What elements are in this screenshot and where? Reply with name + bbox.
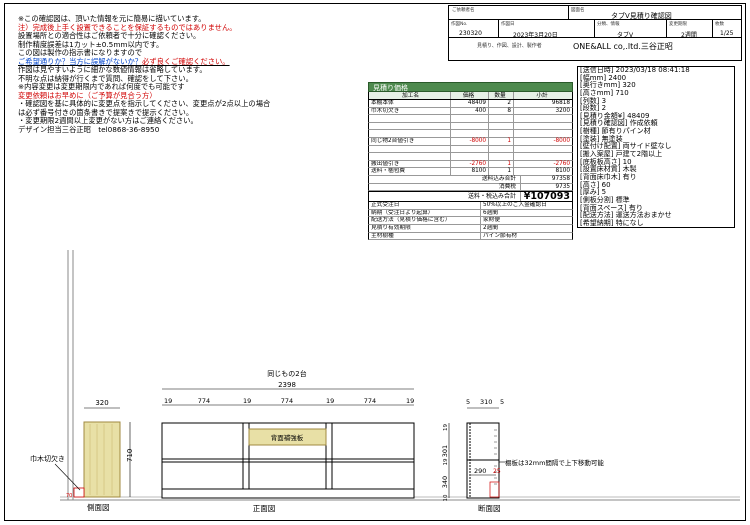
section-dim: 19: [443, 458, 449, 465]
furniture-drawing: 320 710 巾木切欠き 70 側面図 背面補強板 同じもの2台 2398 1…: [30, 250, 740, 513]
small-dim: 70: [66, 493, 72, 499]
section-dim: 290: [474, 467, 486, 475]
section-caption: 断面図: [478, 503, 501, 513]
section-dim: 340: [441, 476, 449, 488]
side-panel: [83, 421, 121, 498]
panel-dim: 19: [406, 397, 414, 405]
section-dim: 301: [441, 445, 449, 457]
bay-dim: 774: [198, 397, 210, 405]
base-rail: [161, 488, 415, 499]
panel-dim: 19: [326, 397, 334, 405]
height-label: 710: [126, 449, 134, 462]
panel-dim: 19: [243, 397, 251, 405]
section-dim: 5: [466, 398, 470, 406]
side-caption: 側面図: [87, 502, 110, 512]
notch-label: 巾木切欠き: [30, 454, 65, 463]
section-dim: 5: [500, 398, 504, 406]
side-depth-label: 320: [95, 399, 108, 407]
bay-dim: 774: [281, 397, 293, 405]
shelf-note: 棚板は32mm間隔で上下移動可能: [505, 458, 604, 467]
back-panel-label: 背面補強板: [271, 433, 304, 442]
section-dim: 19: [443, 424, 449, 431]
front-caption: 正面図: [253, 504, 276, 513]
section-dim: 25: [493, 468, 501, 475]
section-dim: 10: [443, 494, 449, 501]
section-dim: 310: [480, 398, 492, 406]
total-width-label: 2398: [278, 381, 296, 389]
same-two-label: 同じもの2台: [267, 369, 306, 378]
panel-dim: 19: [164, 397, 172, 405]
bay-dim: 774: [364, 397, 376, 405]
